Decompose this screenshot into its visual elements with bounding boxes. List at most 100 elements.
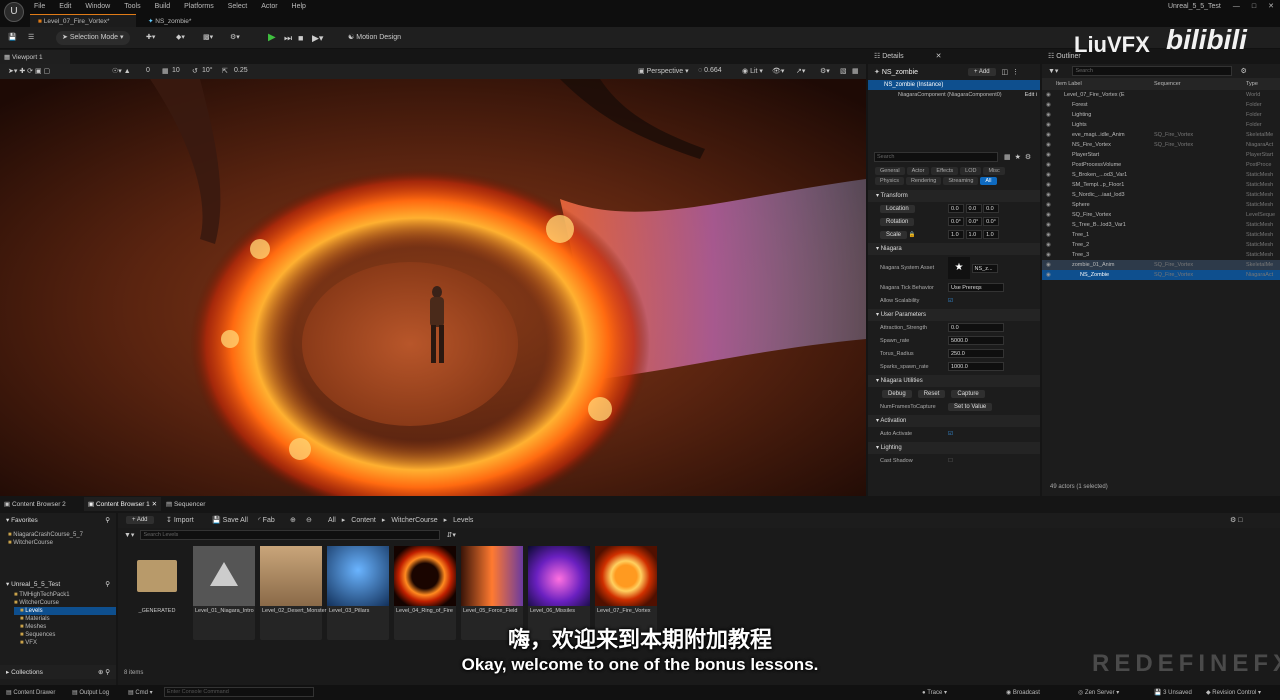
scale-snap-value[interactable]: 0.25 xyxy=(234,67,248,74)
outliner-row[interactable]: ◉ NS_Fire_Vortex SQ_Fire_Vortex NiagaraAct xyxy=(1042,140,1280,150)
user-param-value[interactable]: 0.0 xyxy=(948,323,1004,332)
col-item-label[interactable]: Item Label xyxy=(1056,81,1082,87)
col-type[interactable]: Type xyxy=(1246,81,1258,87)
menu-item-tools[interactable]: Tools xyxy=(124,3,140,10)
realtime-icon[interactable]: ↗▾ xyxy=(796,67,805,75)
blueprint-convert-icon[interactable]: ◫ xyxy=(1002,68,1009,76)
visibility-icon[interactable]: ◉ xyxy=(1046,142,1051,148)
user-param-value[interactable]: 1000.0 xyxy=(948,362,1004,371)
menu-item-edit[interactable]: Edit xyxy=(59,3,71,10)
tick-behavior-dropdown[interactable]: Use Prereqs xyxy=(948,283,1004,292)
snap-tools[interactable]: ☉▾ ▲ xyxy=(112,67,131,75)
visibility-icon[interactable]: ◉ xyxy=(1046,222,1051,228)
filter-misc[interactable]: Misc xyxy=(983,167,1005,175)
visibility-icon[interactable]: ◉ xyxy=(1046,242,1051,248)
project-title[interactable]: Unreal_5_5_Test xyxy=(11,581,60,588)
visibility-icon[interactable]: ◉ xyxy=(1046,272,1051,278)
filter-actor[interactable]: Actor xyxy=(906,167,930,175)
motion-design-button[interactable]: ☯ Motion Design xyxy=(348,31,401,45)
simulate-button[interactable]: ▶▾ xyxy=(312,31,323,45)
visibility-icon[interactable]: ◉ xyxy=(1046,172,1051,178)
auto-activate-checkbox[interactable]: ☑ xyxy=(948,431,953,437)
outliner-settings-icon[interactable]: ⚙ xyxy=(1240,67,1246,75)
outliner-row[interactable]: ◉ Tree_2 StaticMesh xyxy=(1042,240,1280,250)
add-component-button[interactable]: + Add xyxy=(968,68,996,76)
location-x[interactable]: 0.0 xyxy=(948,204,964,213)
component-row[interactable]: NiagaraComponent (NiagaraComponent0) Edit… xyxy=(868,90,1040,100)
tree-folder[interactable]: ■ Sequences xyxy=(14,631,116,639)
favorites-search-icon[interactable]: ⚲ xyxy=(105,516,110,524)
outliner-row[interactable]: ◉ Sphere StaticMesh xyxy=(1042,200,1280,210)
stop-button[interactable]: ■ xyxy=(298,31,303,45)
menu-item-build[interactable]: Build xyxy=(155,3,171,10)
zen-server-button[interactable]: ◎ Zen Server ▾ xyxy=(1078,689,1119,696)
cast-shadow-checkbox[interactable]: ☐ xyxy=(948,458,953,464)
level-asset-tile[interactable]: Level_01_Niagara_Intro xyxy=(193,546,255,640)
capture-button[interactable]: Capture xyxy=(951,389,985,398)
breadcrumb-item[interactable]: All xyxy=(328,517,336,524)
allow-scalability-checkbox[interactable]: ☑ xyxy=(948,298,953,304)
filter-lod[interactable]: LOD xyxy=(960,167,982,175)
visibility-icon[interactable]: ◉ xyxy=(1046,262,1051,268)
system-asset-thumbnail[interactable]: ★ xyxy=(948,257,970,279)
save-all-button[interactable]: 💾 Save All xyxy=(212,516,248,524)
visibility-icon[interactable]: ◉ xyxy=(1046,162,1051,168)
layout-icon[interactable]: ▧ xyxy=(840,67,847,75)
outliner-row[interactable]: ◉ NS_Zombie SQ_Fire_Vortex NiagaraAct xyxy=(1042,270,1280,280)
transform-section[interactable]: ▾ Transform xyxy=(868,190,1040,202)
step-button[interactable]: ⏭ xyxy=(284,31,292,45)
visibility-icon[interactable]: ◉ xyxy=(1046,212,1051,218)
scale-snap-icon[interactable]: ⇱ xyxy=(222,67,228,75)
outliner-row[interactable]: ◉ zombie_01_Anim SQ_Fire_Vortex SkeletalMe xyxy=(1042,260,1280,270)
maximize-icon[interactable]: □ xyxy=(1252,3,1256,10)
viewport-tab[interactable]: ▦ Viewport 1 xyxy=(0,50,70,64)
visibility-icon[interactable]: ◉ xyxy=(1046,122,1051,128)
location-y[interactable]: 0.0 xyxy=(965,204,982,213)
minimize-icon[interactable]: — xyxy=(1233,3,1240,10)
menu-item-file[interactable]: File xyxy=(34,3,45,10)
collections-label[interactable]: Collections xyxy=(11,669,43,676)
scale-z[interactable]: 1.0 xyxy=(983,230,1000,239)
tree-folder[interactable]: ■ Levels xyxy=(14,607,116,615)
outliner-row[interactable]: ◉ Tree_3 StaticMesh xyxy=(1042,250,1280,260)
source-control-icon[interactable]: ☰ xyxy=(28,31,34,45)
lighting-section[interactable]: ▾ Lighting xyxy=(868,442,1040,454)
outliner-row[interactable]: ◉ SM_Templ...p_Floor1 StaticMesh xyxy=(1042,180,1280,190)
menu-item-window[interactable]: Window xyxy=(85,3,110,10)
grid-snap-value[interactable]: 10 xyxy=(172,67,180,74)
filter-rendering[interactable]: Rendering xyxy=(905,177,942,185)
project-search-icon[interactable]: ⚲ xyxy=(105,580,110,588)
filter-effects[interactable]: Effects xyxy=(931,167,959,175)
menu-item-select[interactable]: Select xyxy=(228,3,247,10)
output-log-button[interactable]: ▤ Output Log xyxy=(72,689,109,696)
tab-content-browser-2[interactable]: ▣ Content Browser 2 xyxy=(4,500,66,508)
outliner-row[interactable]: ◉ PostProcessVolume PostProce xyxy=(1042,160,1280,170)
cb-settings-icon[interactable]: ⚙ □ xyxy=(1230,516,1242,524)
cb-add-button[interactable]: + Add xyxy=(126,516,154,524)
visibility-icon[interactable]: ◉ xyxy=(1046,192,1051,198)
settings-icon[interactable]: ⚙▾ xyxy=(820,67,830,75)
filter-general[interactable]: General xyxy=(875,167,905,175)
grid-snap-icon[interactable]: ▦ xyxy=(162,67,169,75)
breadcrumb-item[interactable]: Levels xyxy=(453,517,473,524)
camera-speed[interactable]: 0 xyxy=(146,67,150,74)
asset-sort-icon[interactable]: ⇵▾ xyxy=(446,531,455,539)
close-details-icon[interactable]: ✕ xyxy=(936,53,942,60)
instance-row[interactable]: NS_zombie (Instance) xyxy=(868,80,1040,90)
set-to-value-button[interactable]: Set to Value xyxy=(948,402,993,411)
favorite-icon[interactable]: ★ xyxy=(1015,153,1021,161)
add-actor-icon[interactable]: ✚▾ xyxy=(146,31,155,45)
location-dropdown[interactable]: Location xyxy=(880,204,915,213)
favorite-folder[interactable]: ■ NiagaraCrashCourse_5_7 xyxy=(8,531,116,539)
edit-component-link[interactable]: Edit i xyxy=(1025,90,1037,100)
visibility-icon[interactable]: ◉ xyxy=(1046,102,1051,108)
revision-control-button[interactable]: ◆ Revision Control ▾ xyxy=(1206,689,1261,696)
outliner-row[interactable]: ◉ S_Tree_B...lod3_Var1 StaticMesh xyxy=(1042,220,1280,230)
activation-section[interactable]: ▾ Activation xyxy=(868,415,1040,427)
unreal-logo-icon[interactable]: U xyxy=(4,2,24,22)
rotation-snap-icon[interactable]: ↺ xyxy=(192,67,198,75)
details-tab[interactable]: ☷ Details ✕ xyxy=(868,50,1040,64)
scale-dropdown[interactable]: Scale xyxy=(880,230,908,239)
visibility-icon[interactable]: ◉ xyxy=(1046,182,1051,188)
rotation-z[interactable]: 0.0° xyxy=(983,217,1000,226)
